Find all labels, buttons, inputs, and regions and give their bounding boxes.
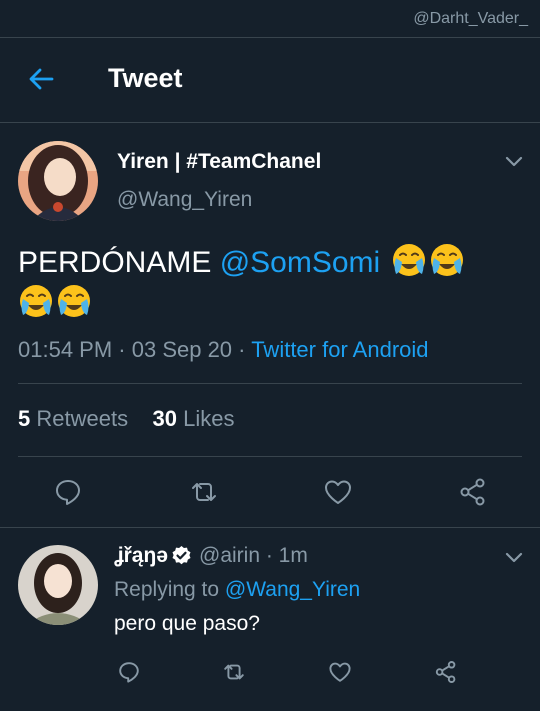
reply-icon[interactable] [53,477,83,507]
replying-to-link[interactable]: @Wang_Yiren [225,578,360,601]
retweet-icon[interactable] [222,660,246,684]
share-icon[interactable] [434,660,458,684]
replying-to-label: Replying to [114,578,220,601]
retweets-stat[interactable]: 5 Retweets [18,406,128,431]
chevron-down-icon[interactable] [503,546,525,568]
reply-handle[interactable]: @airin [199,544,260,567]
retweets-count: 5 [18,406,31,431]
like-icon[interactable] [323,477,353,507]
author-name[interactable]: Yiren | #TeamChanel [117,150,321,174]
share-icon[interactable] [458,477,488,507]
reply-avatar[interactable] [18,545,98,625]
crying-face-icon [429,242,465,278]
likes-count: 30 [152,406,178,431]
header: Tweet [0,38,540,122]
crying-face-icon [18,283,54,319]
reply-text: pero que paso? [114,612,260,635]
watermark: @Darht_Vader_ [413,10,528,27]
tweet-meta: 01:54 PM · 03 Sep 20 · Twitter for Andro… [18,337,429,363]
chevron-down-icon[interactable] [503,150,525,172]
meta-separator: · [112,337,132,362]
tweet-text-body: PERDÓNAME [18,246,220,279]
back-arrow-icon[interactable] [26,64,56,94]
like-icon[interactable] [328,660,352,684]
replying-to: Replying to @Wang_Yiren [114,578,360,602]
tweet-source[interactable]: Twitter for Android [251,337,428,362]
page-title: Tweet [108,63,183,93]
tweet-stats: 5 Retweets 30 Likes [18,406,235,432]
tweet-divider [0,527,540,528]
mention-link[interactable]: @SomSomi [220,246,381,279]
tweet-text: PERDÓNAME @SomSomi [18,242,518,324]
verified-badge-icon [171,545,192,566]
tweet-time: 01:54 PM [18,337,113,362]
crying-face-icon [56,283,92,319]
reply-time: · 1m [265,544,308,567]
tweet-date: 03 Sep 20 [131,337,233,362]
author-avatar[interactable] [18,141,98,221]
retweets-label: Retweets [36,406,129,431]
retweet-icon[interactable] [189,477,219,507]
header-divider [0,122,540,123]
reply-handle-time: @airin · 1m [199,544,308,568]
crying-face-icon [391,242,427,278]
likes-stat[interactable]: 30 Likes [153,406,235,431]
author-handle[interactable]: @Wang_Yiren [117,188,252,212]
meta-separator: · [232,337,252,362]
likes-label: Likes [183,406,235,431]
stats-divider [18,456,522,457]
reply-author-name[interactable]: ʝřąŋə [114,544,168,568]
meta-divider [18,383,522,384]
reply-icon[interactable] [117,660,141,684]
